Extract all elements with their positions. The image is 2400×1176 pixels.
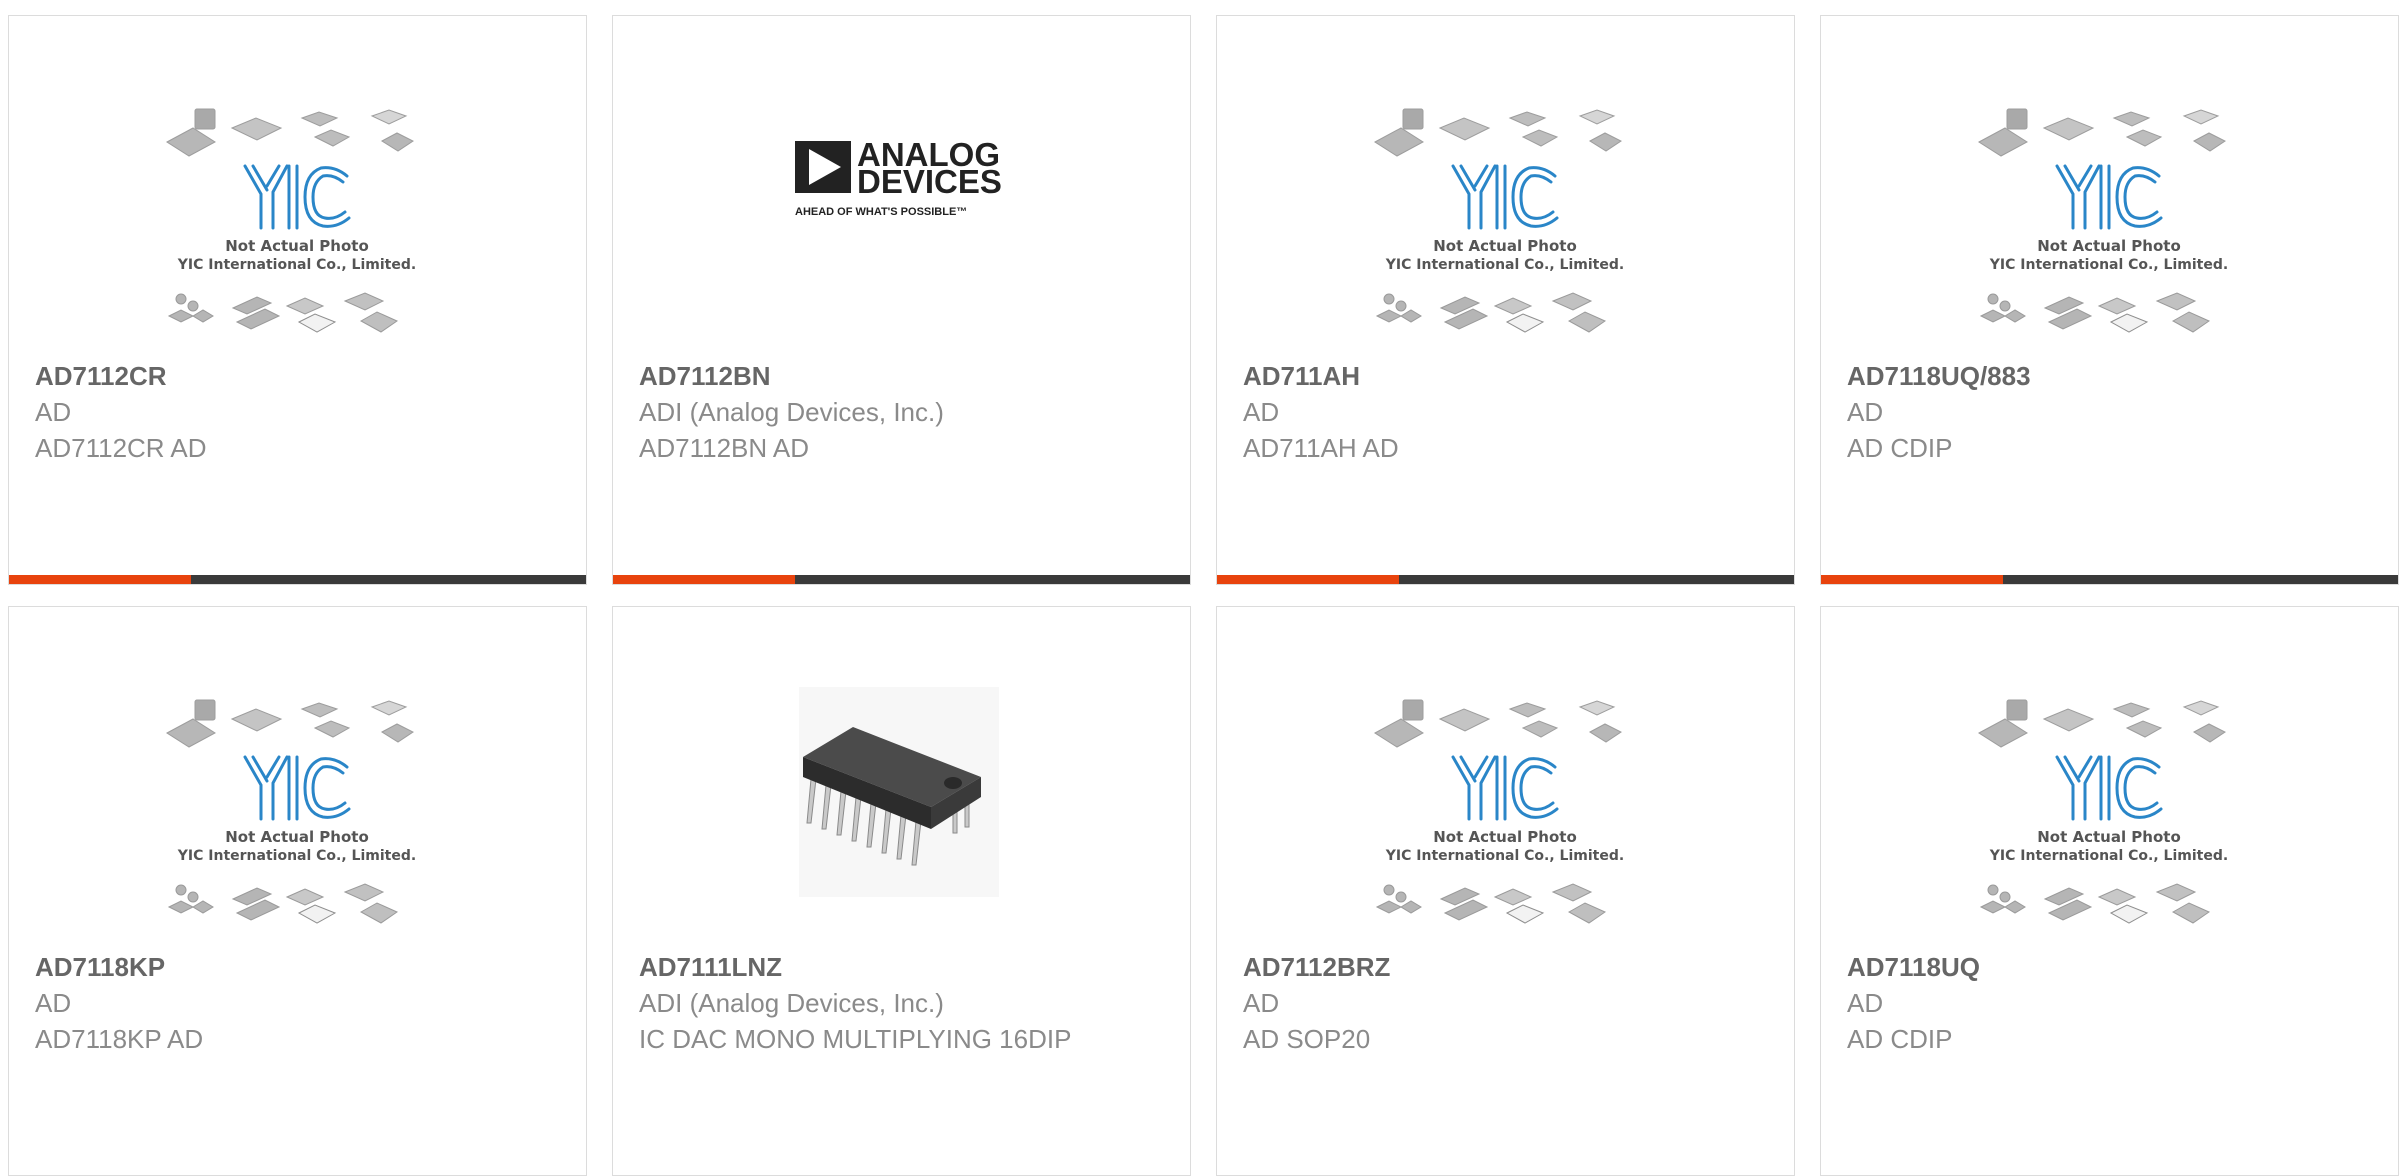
card-accent-bar [1821, 575, 2003, 584]
product-image-placeholder[interactable] [1217, 16, 1794, 361]
card-accent-bar [9, 575, 191, 584]
description: AD SOP20 [1243, 1024, 1371, 1054]
product-card[interactable]: ANALOG DEVICES AHEAD OF WHAT'S POSSIBLE™… [612, 15, 1191, 585]
analog-devices-logo-image[interactable]: ANALOG DEVICES AHEAD OF WHAT'S POSSIBLE™ [613, 16, 1190, 361]
dip-chip-image[interactable] [613, 607, 1190, 952]
description: IC DAC MONO MULTIPLYING 16DIP [639, 1024, 1072, 1054]
description: AD711AH AD [1243, 433, 1399, 463]
card-bottom-bar [1217, 575, 1794, 584]
product-card[interactable]: AD7112CR AD AD7112CR AD [8, 15, 587, 585]
product-image-placeholder[interactable] [1821, 16, 2398, 361]
adi-logo-tagline: AHEAD OF WHAT'S POSSIBLE™ [795, 206, 967, 218]
part-number-link[interactable]: AD7118UQ/883 [1847, 358, 2378, 394]
product-image-placeholder[interactable] [9, 607, 586, 952]
part-number-link[interactable]: AD7111LNZ [639, 949, 1170, 985]
part-number-link[interactable]: AD7118KP [35, 949, 566, 985]
product-card[interactable]: AD711AH AD AD711AH AD [1216, 15, 1795, 585]
manufacturer: AD [35, 988, 72, 1018]
description: AD7112BN AD [639, 433, 810, 463]
product-card[interactable]: AD7118UQ AD AD CDIP [1820, 606, 2399, 1176]
product-card[interactable]: AD7118KP AD AD7118KP AD [8, 606, 587, 1176]
card-accent-bar [613, 575, 795, 584]
description: AD7118KP AD [35, 1024, 204, 1054]
description: AD CDIP [1847, 1024, 1953, 1054]
product-image-placeholder[interactable] [1217, 607, 1794, 952]
product-grid: AD7112CR AD AD7112CR AD ANALOG DEVICES A… [8, 15, 2399, 1176]
part-number-link[interactable]: AD7112BN [639, 358, 1170, 394]
product-card[interactable]: AD7111LNZ ADI (Analog Devices, Inc.) IC … [612, 606, 1191, 1176]
manufacturer: AD [35, 397, 72, 427]
manufacturer: AD [1847, 988, 1884, 1018]
card-bottom-bar [1821, 575, 2398, 584]
manufacturer: ADI (Analog Devices, Inc.) [639, 988, 944, 1018]
manufacturer: ADI (Analog Devices, Inc.) [639, 397, 944, 427]
part-number-link[interactable]: AD7112CR [35, 358, 566, 394]
part-number-link[interactable]: AD7118UQ [1847, 949, 2378, 985]
part-number-link[interactable]: AD7112BRZ [1243, 949, 1774, 985]
description: AD7112CR AD [35, 433, 207, 463]
adi-logo-line2: DEVICES [857, 163, 1002, 200]
product-card[interactable]: AD7112BRZ AD AD SOP20 [1216, 606, 1795, 1176]
description: AD CDIP [1847, 433, 1953, 463]
card-accent-bar [1217, 575, 1399, 584]
manufacturer: AD [1243, 988, 1280, 1018]
card-bottom-bar [613, 575, 1190, 584]
product-image-placeholder[interactable] [1821, 607, 2398, 952]
manufacturer: AD [1847, 397, 1884, 427]
part-number-link[interactable]: AD711AH [1243, 358, 1774, 394]
product-card[interactable]: AD7118UQ/883 AD AD CDIP [1820, 15, 2399, 585]
manufacturer: AD [1243, 397, 1280, 427]
product-image-placeholder[interactable] [9, 16, 586, 361]
card-bottom-bar [9, 575, 586, 584]
